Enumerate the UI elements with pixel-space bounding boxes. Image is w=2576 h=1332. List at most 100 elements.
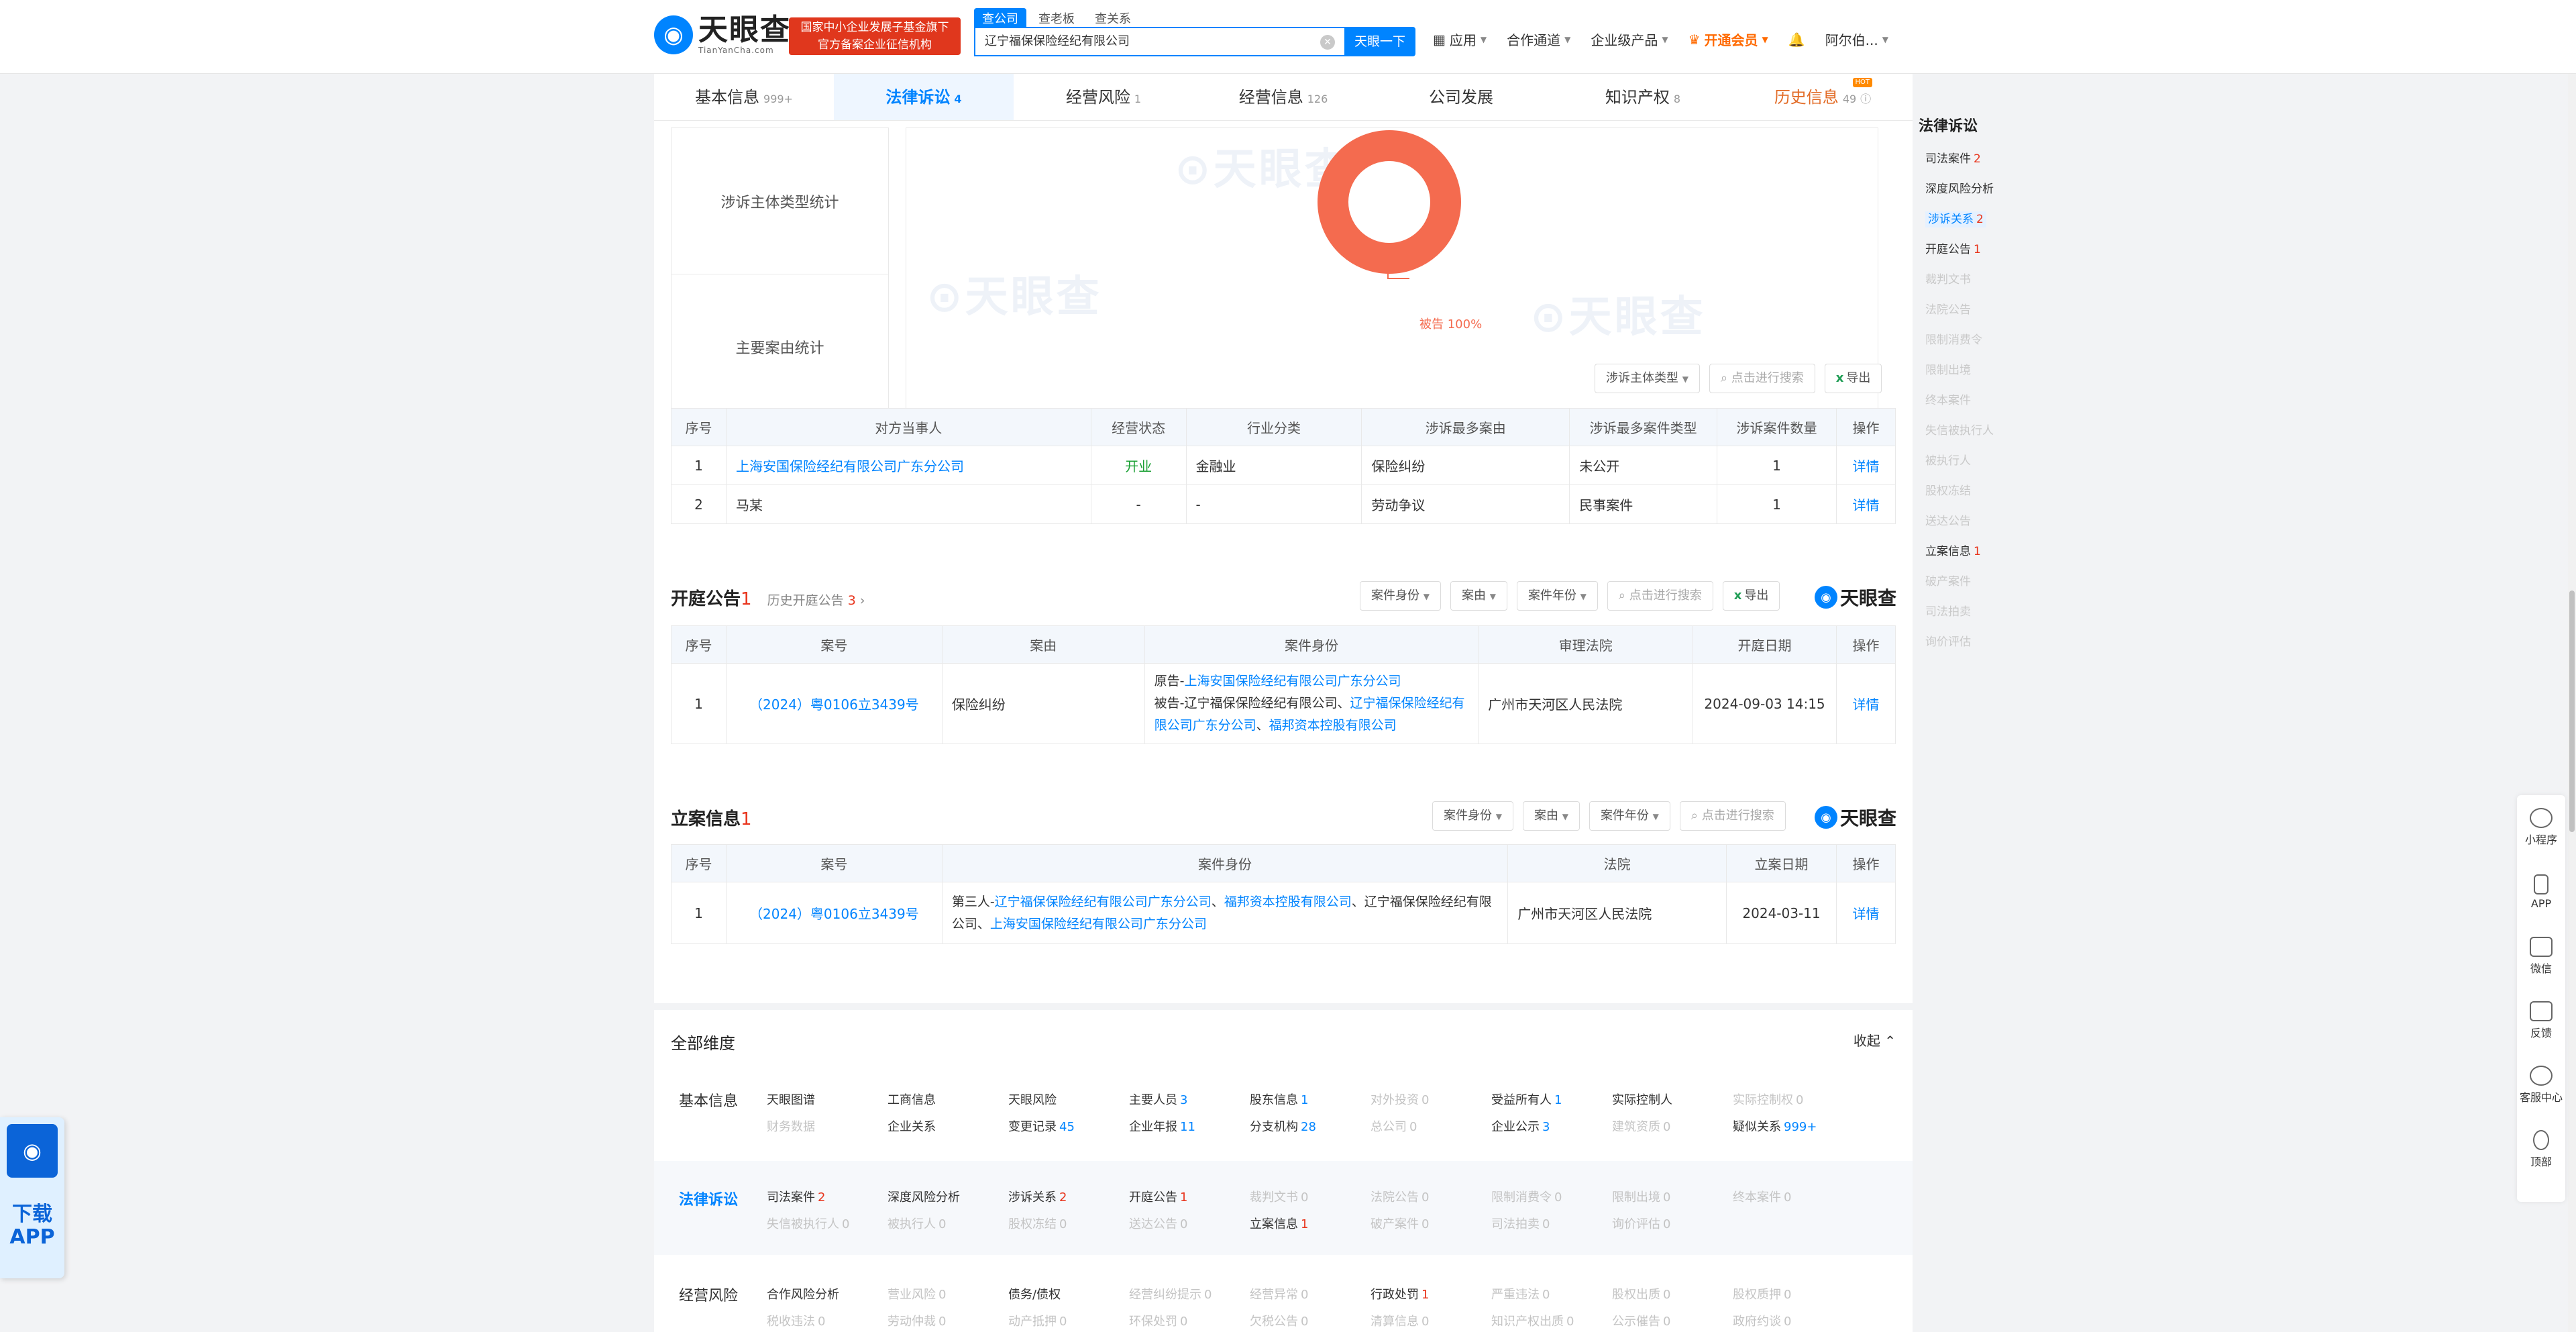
export-button[interactable]: x 导出 [1824, 364, 1882, 393]
search-button[interactable]: 天眼一下 [1344, 27, 1415, 56]
dimension-link: 总公司 0 [1371, 1120, 1417, 1134]
side-nav-item: 司法拍卖 [1925, 605, 1971, 619]
dimension-link[interactable]: 企业关系 [888, 1117, 1008, 1135]
dimension-link[interactable]: 主要人员 3 [1129, 1090, 1250, 1108]
stat-main-cause[interactable]: 主要案由统计 [672, 274, 888, 419]
case-number-link[interactable]: （2024）粤0106立3439号 [725, 663, 943, 744]
chevron-down-icon: ▼ [1423, 592, 1430, 601]
clear-icon[interactable]: ✕ [1320, 35, 1335, 50]
wechat-button[interactable]: 微信 [2517, 924, 2565, 988]
stat-subject-type[interactable]: 涉诉主体类型统计 [672, 128, 888, 274]
chevron-down-icon: ▼ [1489, 592, 1496, 601]
side-nav-item[interactable]: 深度风险分析 [1919, 181, 2039, 211]
dim-group-legal: 法律诉讼 司法案件 2 深度风险分析 涉诉关系 2 开庭公告 1 裁判文书 0 法院公告 0 限制消费… [654, 1161, 1913, 1255]
dimension-link[interactable]: 受益所有人 1 [1491, 1090, 1612, 1108]
detail-link[interactable]: 详情 [1836, 663, 1896, 744]
dimension-link[interactable]: 合作风险分析 [767, 1285, 888, 1302]
nav-apps[interactable]: ▦ 应用 ▼ [1433, 30, 1487, 49]
table-header: 序号 案号 案由 案件身份 审理法院 开庭日期 操作 [671, 625, 1896, 664]
dimension-link: 动产抵押 0 [1008, 1315, 1067, 1329]
case-number-link[interactable]: （2024）粤0106立3439号 [725, 882, 943, 944]
dimension-link[interactable]: 天眼风险 [1008, 1090, 1129, 1108]
dimension-link: 限制出境 0 [1612, 1190, 1671, 1205]
tab-history[interactable]: HOT 历史信息 49 ⓘ [1733, 74, 1913, 120]
tianyancha-logo[interactable]: ◉ 天眼查 TianYanCha.com [654, 15, 791, 55]
dimension-link[interactable]: 企业公示 3 [1491, 1117, 1612, 1135]
history-hearing-link[interactable]: 历史开庭公告 3 › [767, 593, 865, 608]
filter-cause[interactable]: 案由 ▼ [1450, 581, 1507, 611]
side-nav-item[interactable]: 涉诉关系 2 [1919, 211, 2039, 241]
collapse-button[interactable]: 收起 ⌃ [1854, 1030, 1896, 1049]
nav-user[interactable]: 阿尔伯... ▼ [1825, 30, 1888, 49]
dimension-link[interactable]: 变更记录 45 [1008, 1117, 1129, 1135]
filter-case-role[interactable]: 案件身份 ▼ [1360, 581, 1441, 611]
tab-business[interactable]: 经营信息 126 [1193, 74, 1373, 120]
feedback-button[interactable]: 反馈 [2517, 988, 2565, 1053]
chevron-up-icon: ⌃ [1884, 1033, 1896, 1049]
dimension-link[interactable]: 司法案件 2 [767, 1188, 888, 1205]
filter-case-role[interactable]: 案件身份 ▼ [1432, 801, 1513, 831]
bell-icon[interactable]: 🔔 [1788, 30, 1805, 49]
dimension-link: 税收违法 0 [767, 1315, 826, 1329]
dimension-link[interactable]: 债务/债权 [1008, 1285, 1129, 1302]
back-to-top-button[interactable]: 顶部 [2517, 1117, 2565, 1182]
filter-case-year[interactable]: 案件年份 ▼ [1516, 581, 1598, 611]
export-button[interactable]: x 导出 [1722, 581, 1780, 611]
tab-legal[interactable]: 法律诉讼 4 [834, 74, 1014, 120]
dimension-link[interactable]: 分支机构 28 [1250, 1117, 1371, 1135]
dimension-link: 环保处罚 0 [1129, 1315, 1188, 1329]
app-button[interactable]: APP [2517, 860, 2565, 924]
side-nav-item[interactable]: 立案信息 1 [1919, 543, 2039, 573]
detail-link[interactable]: 详情 [1835, 446, 1896, 485]
dim-group-basic: 基本信息 天眼图谱 工商信息 天眼风险 主要人员 3 股东信息 1 对外投资 0 受益所有人 1 实际… [654, 1064, 1913, 1158]
party-link[interactable]: 上海安国保险经纪有限公司广东分公司 [725, 446, 1091, 485]
filter-cause[interactable]: 案由 ▼ [1522, 801, 1580, 831]
headset-icon [2530, 1066, 2553, 1086]
dimension-link[interactable]: 疑似关系 999+ [1733, 1117, 1854, 1135]
dimension-link: 送达公告 0 [1129, 1217, 1188, 1231]
help-icon[interactable]: ⓘ [1860, 93, 1871, 105]
tab-development[interactable]: 公司发展 [1373, 74, 1553, 120]
detail-link[interactable]: 详情 [1835, 484, 1896, 524]
search-tab-relation[interactable]: 查关系 [1087, 8, 1139, 28]
nav-vip[interactable]: ♛ 开通会员 ▼ [1688, 30, 1768, 49]
dimension-link[interactable]: 深度风险分析 [888, 1188, 1008, 1205]
dimension-link: 知识产权出质 0 [1491, 1315, 1574, 1329]
side-nav-item[interactable]: 开庭公告 1 [1919, 241, 2039, 271]
nav-enterprise[interactable]: 企业级产品 ▼ [1591, 30, 1668, 49]
tab-basic-info[interactable]: 基本信息 999+ [654, 74, 834, 120]
dimension-link[interactable]: 开庭公告 1 [1129, 1188, 1250, 1205]
mini-program-button[interactable]: 小程序 [2517, 795, 2565, 860]
search-input[interactable]: 辽宁福保保险经纪有限公司 ✕ [974, 27, 1344, 56]
detail-link[interactable]: 详情 [1835, 882, 1896, 944]
scrollbar-thumb[interactable] [2569, 591, 2575, 832]
chevron-down-icon: ▼ [1662, 34, 1668, 44]
search-tab-boss[interactable]: 查老板 [1030, 8, 1083, 28]
related-search-input[interactable]: ⌕ 点击进行搜索 [1709, 364, 1815, 393]
tab-ip[interactable]: 知识产权 8 [1553, 74, 1733, 120]
dimension-link[interactable]: 股东信息 1 [1250, 1090, 1371, 1108]
crown-icon: ♛ [1688, 31, 1701, 48]
search-tab-company[interactable]: 查公司 [974, 8, 1026, 28]
tab-risk[interactable]: 经营风险 1 [1014, 74, 1193, 120]
hearing-search-input[interactable]: ⌕ 点击进行搜索 [1607, 581, 1713, 611]
filing-search-input[interactable]: ⌕ 点击进行搜索 [1679, 801, 1786, 831]
side-nav-title: 法律诉讼 [1919, 118, 1978, 135]
customer-service-button[interactable]: 客服中心 [2517, 1053, 2565, 1117]
filter-case-year[interactable]: 案件年份 ▼ [1589, 801, 1670, 831]
dimension-link[interactable]: 立案信息 1 [1250, 1215, 1371, 1232]
case-roles: 第三人-辽宁福保保险经纪有限公司广东分公司、福邦资本控股有限公司、辽宁福保保险经… [941, 882, 1509, 944]
nav-cooperation[interactable]: 合作通道 ▼ [1507, 30, 1570, 49]
filter-subject-type[interactable]: 涉诉主体类型 ▼ [1595, 364, 1700, 393]
dimension-link: 司法拍卖 0 [1491, 1217, 1550, 1231]
download-app-widget[interactable]: ◉ 下载 APP [0, 1117, 64, 1278]
dimension-link[interactable]: 实际控制人 [1612, 1090, 1733, 1108]
side-nav-item[interactable]: 司法案件 2 [1919, 150, 2039, 181]
dimension-link[interactable]: 涉诉关系 2 [1008, 1188, 1129, 1205]
dimension-link[interactable]: 行政处罚 1 [1371, 1285, 1491, 1302]
dimension-link[interactable]: 企业年报 11 [1129, 1117, 1250, 1135]
dimension-link: 裁判文书 0 [1250, 1190, 1309, 1205]
dimension-link[interactable]: 工商信息 [888, 1090, 1008, 1108]
dim-grid: 合作风险分析 营业风险 0 债务/债权 经营纠纷提示 0 经营异常 0 行政处罚 1 严重违法 0 股权… [767, 1285, 1854, 1329]
dimension-link[interactable]: 天眼图谱 [767, 1090, 888, 1108]
